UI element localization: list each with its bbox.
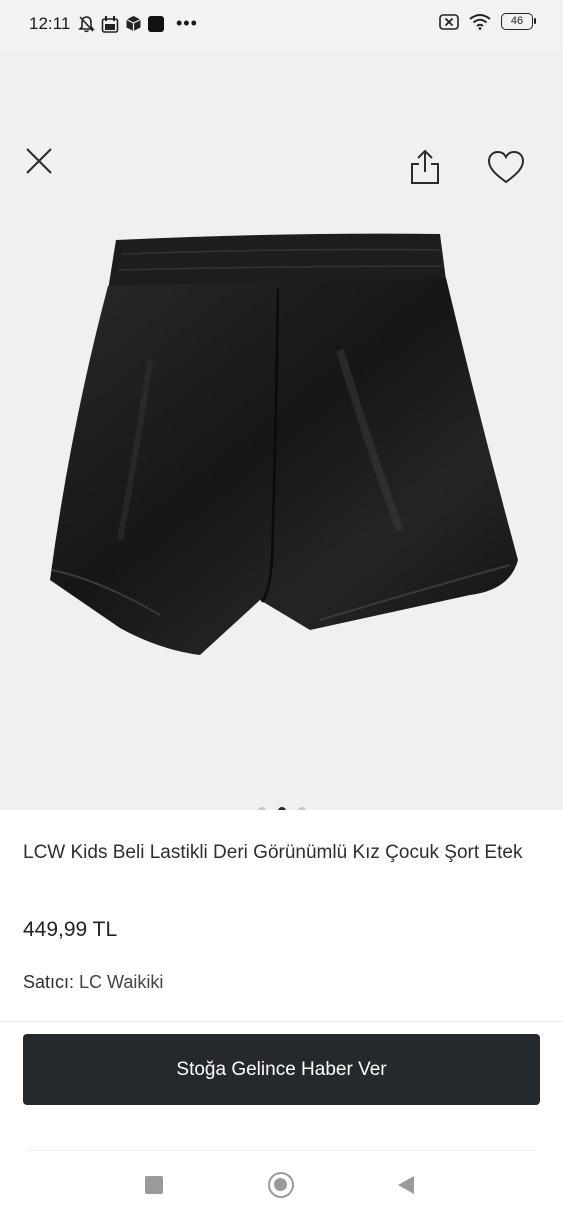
- back-icon[interactable]: [398, 1176, 414, 1194]
- product-price: 449,99 TL: [23, 918, 118, 941]
- status-time: 12:11: [29, 14, 71, 33]
- share-icon[interactable]: [408, 148, 442, 186]
- seller-name[interactable]: LC Waikiki: [79, 972, 163, 992]
- product-image: [50, 233, 518, 655]
- pager-dot-2[interactable]: [277, 807, 286, 810]
- divider: [28, 1150, 535, 1151]
- product-title: LCW Kids Beli Lastikli Deri Görünümlü Kı…: [23, 842, 523, 863]
- wifi-icon: [469, 14, 491, 30]
- package-icon: [126, 16, 141, 31]
- seller-info: Satıcı: LC Waikiki: [23, 972, 163, 993]
- sim-off-icon: [439, 13, 459, 30]
- system-nav-bar: [0, 1152, 563, 1219]
- notify-when-in-stock-button[interactable]: Stoğa Gelince Haber Ver: [23, 1034, 540, 1105]
- divider: [0, 1021, 563, 1022]
- seller-label: Satıcı:: [23, 972, 75, 992]
- pager-dot-3[interactable]: [297, 807, 306, 810]
- status-notification-icons: •••: [78, 13, 198, 34]
- more-notifications-icon: •••: [176, 13, 198, 33]
- heart-icon[interactable]: [487, 150, 525, 186]
- close-icon[interactable]: [22, 144, 56, 178]
- gallery-pager: [0, 807, 563, 810]
- product-gallery[interactable]: [0, 52, 563, 810]
- home-icon[interactable]: [268, 1172, 294, 1198]
- app-notification-icon: [148, 15, 164, 32]
- pager-dot-1[interactable]: [257, 807, 266, 810]
- battery-icon: 46: [501, 13, 536, 30]
- status-system-icons: 46: [439, 13, 536, 30]
- status-bar: 12:11 ••• 46: [0, 0, 563, 52]
- calendar-icon: [101, 15, 119, 33]
- recent-apps-icon[interactable]: [145, 1176, 163, 1194]
- bell-off-icon: [78, 15, 95, 32]
